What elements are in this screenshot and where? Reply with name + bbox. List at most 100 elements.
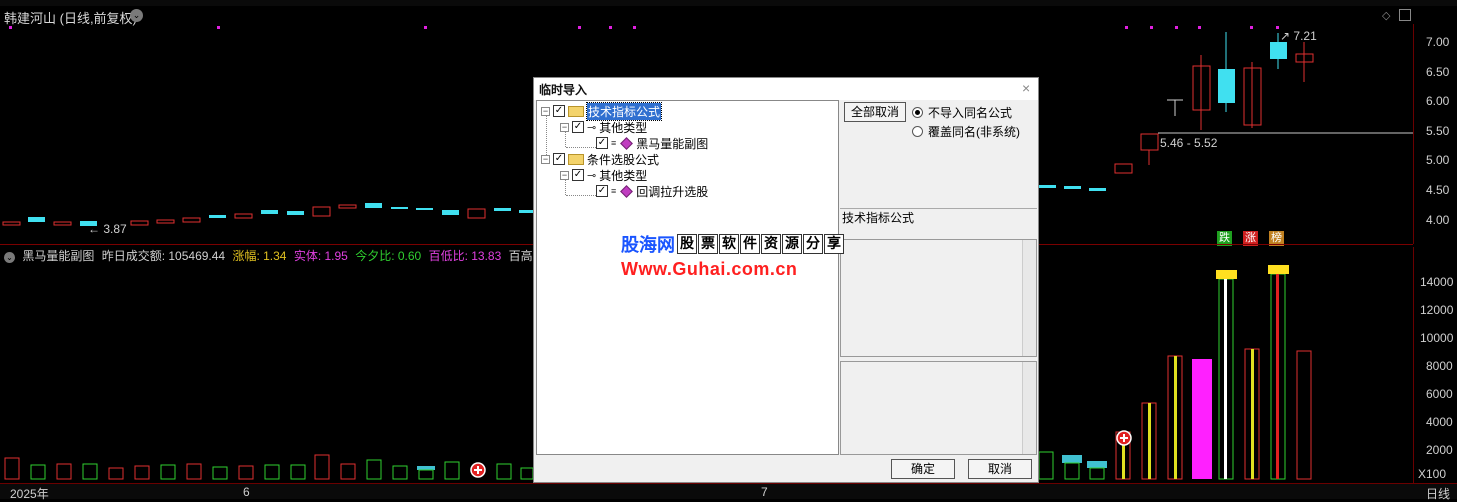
tree-node-tech-indicators[interactable]: − ✓ 技术指标公式 — [541, 101, 663, 121]
key-icon: ⊸ — [587, 121, 597, 134]
collapse-icon[interactable]: − — [541, 106, 550, 116]
link-icon: ≡ — [611, 138, 617, 148]
volume-unit: X100 — [1418, 467, 1447, 481]
radio-no-import[interactable]: 不导入同名公式 — [912, 104, 1012, 121]
tree-checkbox[interactable]: ✓ — [572, 121, 584, 133]
slogan-char: 源 — [782, 234, 802, 254]
tree-node-formula[interactable]: ✓ ≡ 黑马量能副图 — [596, 135, 708, 151]
formula-detail-panel[interactable] — [840, 361, 1037, 455]
price-tick: 4.00 — [1426, 213, 1450, 227]
volume-tick: 2000 — [1426, 443, 1453, 457]
radio-overwrite[interactable]: 覆盖同名(非系统) — [912, 123, 1020, 140]
tree-node-other-types[interactable]: − ✓ ⊸ 其他类型 — [560, 119, 647, 135]
radio-label: 覆盖同名(非系统) — [928, 125, 1020, 139]
chevron-down-icon[interactable]: ⌄ — [4, 252, 15, 263]
slogan-char: 资 — [761, 234, 781, 254]
tree-checkbox[interactable]: ✓ — [553, 105, 565, 117]
price-tick: 5.50 — [1426, 124, 1450, 138]
key-icon: ⊸ — [587, 169, 597, 182]
slogan-char: 股 — [677, 234, 697, 254]
tree-checkbox[interactable]: ✓ — [596, 137, 608, 149]
tree-label: 条件选股公式 — [587, 152, 660, 167]
watermark-url: Www.Guhai.com.cn — [621, 259, 798, 279]
indicator-name[interactable]: 黑马量能副图 — [22, 249, 94, 263]
formula-description: 技术指标公式 — [840, 208, 1037, 234]
volume-tick: 8000 — [1426, 359, 1453, 373]
formula-info-panel[interactable] — [840, 239, 1037, 357]
formula-icon — [620, 184, 634, 198]
signal-dots — [9, 26, 1279, 29]
watermark: 股海网 股 票 软 件 资 源 分 享 Www.Guhai.com.cn — [621, 231, 844, 280]
scrollbar[interactable] — [1022, 240, 1036, 356]
plus-circle-icon — [470, 462, 486, 478]
price-axis: 7.00 6.50 6.00 5.50 5.00 4.50 4.00 — [1413, 24, 1457, 244]
radio-label: 不导入同名公式 — [928, 106, 1013, 120]
date-tick: 2025年 — [10, 487, 49, 501]
volume-tick: 12000 — [1420, 303, 1454, 317]
indicator-value: 涨幅: 1.34 — [232, 249, 287, 263]
tree-label: 其他类型 — [599, 168, 648, 183]
tree-checkbox[interactable]: ✓ — [572, 169, 584, 181]
dialog-title: 临时导入 — [539, 83, 588, 97]
price-tick: 4.50 — [1426, 183, 1450, 197]
price-tick: 7.00 — [1426, 35, 1450, 49]
tree-node-other-types[interactable]: − ✓ ⊸ 其他类型 — [560, 167, 647, 183]
volume-tick: 14000 — [1420, 275, 1454, 289]
tree-label: 技术指标公式 — [585, 101, 663, 121]
slogan-char: 件 — [740, 234, 760, 254]
price-tick: 5.00 — [1426, 153, 1450, 167]
price-tick: 6.00 — [1426, 94, 1450, 108]
slogan-char: 软 — [719, 234, 739, 254]
indicator-value: 今夕比: 0.60 — [355, 249, 422, 263]
volume-tick: 10000 — [1420, 331, 1454, 345]
tree-label: 其他类型 — [599, 120, 648, 135]
slogan-char: 享 — [824, 234, 844, 254]
cancel-all-button[interactable]: 全部取消 — [844, 102, 906, 122]
tree-node-formula[interactable]: ✓ ≡ 回调拉升选股 — [596, 183, 708, 199]
period-label[interactable]: 日线 — [1426, 485, 1450, 502]
scrollbar[interactable] — [1022, 362, 1036, 454]
radio-button[interactable] — [912, 107, 923, 118]
cancel-button[interactable]: 取消 — [968, 459, 1032, 479]
volume-axis: 14000 12000 10000 8000 6000 4000 2000 X1… — [1413, 247, 1457, 483]
plus-circle-icon — [1116, 430, 1132, 446]
indicator-header: ⌄ 黑马量能副图 昨日成交额: 105469.44 涨幅: 1.34 实体: 1… — [4, 247, 549, 264]
candles-left — [2, 203, 533, 226]
date-tick: 7 — [761, 485, 768, 499]
watermark-slogan: 股 票 软 件 资 源 分 享 — [677, 234, 844, 254]
low-price-marker: ← 3.87 — [88, 222, 127, 236]
price-tick: 6.50 — [1426, 65, 1450, 79]
collapse-icon[interactable]: − — [560, 122, 569, 132]
tree-label: 黑马量能副图 — [636, 136, 709, 151]
indicator-value: 百低比: 13.83 — [428, 249, 502, 263]
slogan-char: 票 — [698, 234, 718, 254]
watermark-logo: 股海网 — [621, 235, 675, 255]
candles-right — [1039, 32, 1314, 191]
volume-tick: 6000 — [1426, 387, 1453, 401]
range-marker: 5.46 - 5.52 — [1160, 136, 1218, 150]
volume-bars-right — [1038, 265, 1312, 480]
tree-checkbox[interactable]: ✓ — [596, 185, 608, 197]
collapse-icon[interactable]: − — [560, 170, 569, 180]
date-tick: 6 — [243, 485, 250, 499]
tree-label: 回调拉升选股 — [636, 184, 709, 199]
folder-icon — [568, 105, 584, 117]
import-dialog: 临时导入 × − ✓ 技术指标公式 − ✓ ⊸ 其他类型 ✓ ≡ 黑马量能副图 … — [533, 77, 1039, 483]
formula-icon — [620, 136, 634, 150]
tree-node-screening[interactable]: − ✓ 条件选股公式 — [541, 151, 659, 167]
radio-button[interactable] — [912, 126, 923, 137]
dialog-titlebar[interactable] — [534, 78, 1038, 100]
folder-icon — [568, 153, 584, 165]
ok-button[interactable]: 确定 — [891, 459, 955, 479]
link-icon: ≡ — [611, 186, 617, 196]
indicator-value: 昨日成交额: 105469.44 — [101, 249, 226, 263]
volume-bars-left — [4, 454, 534, 480]
tree-checkbox[interactable]: ✓ — [553, 153, 565, 165]
date-axis: 2025年 6 7 日线 — [0, 483, 1457, 502]
close-icon[interactable]: × — [1022, 80, 1030, 96]
collapse-icon[interactable]: − — [541, 154, 550, 164]
indicator-value: 实体: 1.95 — [293, 249, 348, 263]
volume-tick: 4000 — [1426, 415, 1453, 429]
high-price-marker: ↗ 7.21 — [1280, 29, 1317, 43]
slogan-char: 分 — [803, 234, 823, 254]
